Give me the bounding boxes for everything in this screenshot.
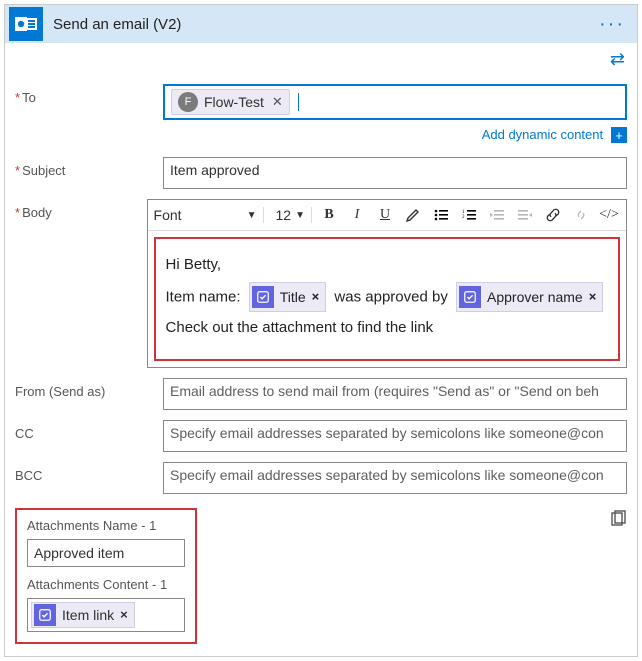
body-textarea[interactable]: Hi Betty, Item name: Title × was approve…	[154, 237, 620, 361]
row-cc: CC Specify email addresses separated by …	[15, 420, 627, 452]
row-bcc: BCC Specify email addresses separated by…	[15, 462, 627, 494]
token-icon	[252, 286, 274, 308]
row-body: Body Font▼ 12▼ B I U	[15, 199, 627, 368]
numbered-list-button[interactable]: 12	[458, 204, 480, 226]
svg-text:2: 2	[462, 215, 465, 220]
link-button[interactable]	[542, 204, 564, 226]
dynamic-token-approver[interactable]: Approver name ×	[456, 282, 603, 313]
recipient-chip[interactable]: F Flow-Test ✕	[171, 89, 290, 115]
from-input[interactable]: Email address to send mail from (require…	[163, 378, 627, 410]
text-cursor	[298, 93, 299, 111]
body-line: Hi Betty,	[166, 251, 608, 280]
rich-text-editor: Font▼ 12▼ B I U	[147, 199, 627, 368]
label-from: From (Send as)	[15, 378, 163, 399]
label-cc: CC	[15, 420, 163, 441]
token-remove-icon[interactable]: ×	[312, 285, 320, 310]
attachments-content-input[interactable]: Item link ×	[27, 598, 185, 632]
swap-icon[interactable]: ⇄	[610, 49, 625, 69]
cc-input[interactable]: Specify email addresses separated by sem…	[163, 420, 627, 452]
bold-button[interactable]: B	[318, 204, 340, 226]
attachments-section: Attachments Name - 1 Approved item Attac…	[15, 508, 627, 644]
italic-button[interactable]: I	[346, 204, 368, 226]
outdent-button[interactable]	[486, 204, 508, 226]
token-icon	[459, 286, 481, 308]
outlook-icon	[9, 7, 43, 41]
bullet-list-button[interactable]	[430, 204, 452, 226]
switch-array-button[interactable]	[609, 510, 627, 531]
label-to: To	[15, 84, 163, 105]
form: To F Flow-Test ✕ Add dynamic content + S…	[5, 70, 637, 656]
label-body: Body	[15, 199, 147, 220]
to-input[interactable]: F Flow-Test ✕	[163, 84, 627, 120]
action-card: Send an email (V2) ··· ⇄ To F Flow-Test …	[4, 4, 638, 657]
font-select[interactable]: Font▼	[154, 207, 264, 223]
code-view-button[interactable]: </>	[598, 204, 620, 226]
recipient-name: Flow-Test	[204, 94, 264, 110]
indent-button[interactable]	[514, 204, 536, 226]
label-subject: Subject	[15, 157, 163, 178]
attachments-highlight: Attachments Name - 1 Approved item Attac…	[15, 508, 197, 644]
card-menu-button[interactable]: ···	[591, 13, 633, 36]
token-remove-icon[interactable]: ×	[120, 607, 128, 622]
card-header: Send an email (V2) ···	[5, 5, 637, 43]
label-bcc: BCC	[15, 462, 163, 483]
subject-input[interactable]: Item approved	[163, 157, 627, 189]
editor-toolbar: Font▼ 12▼ B I U	[148, 200, 626, 231]
token-remove-icon[interactable]: ×	[589, 285, 597, 310]
avatar-icon: F	[178, 92, 198, 112]
dynamic-token-itemlink[interactable]: Item link ×	[31, 602, 135, 628]
attachments-content-label: Attachments Content - 1	[27, 577, 185, 592]
remove-recipient-icon[interactable]: ✕	[272, 94, 283, 110]
attachments-name-input[interactable]: Approved item	[27, 539, 185, 567]
font-size-select[interactable]: 12▼	[270, 207, 312, 223]
unlink-button[interactable]	[570, 204, 592, 226]
underline-button[interactable]: U	[374, 204, 396, 226]
highlight-button[interactable]	[402, 204, 424, 226]
body-line: Item name: Title × was approved by Appro…	[166, 282, 608, 313]
dynamic-token-title[interactable]: Title ×	[249, 282, 327, 313]
add-dynamic-content-plus-icon[interactable]: +	[611, 127, 627, 143]
token-icon	[34, 604, 56, 626]
bcc-input[interactable]: Specify email addresses separated by sem…	[163, 462, 627, 494]
add-dynamic-content-link[interactable]: Add dynamic content	[482, 127, 603, 142]
row-from: From (Send as) Email address to send mai…	[15, 378, 627, 410]
card-title: Send an email (V2)	[53, 16, 591, 33]
row-subject: Subject Item approved	[15, 157, 627, 189]
attachments-name-label: Attachments Name - 1	[27, 518, 185, 533]
row-to: To F Flow-Test ✕ Add dynamic content +	[15, 84, 627, 147]
body-line: Check out the attachment to find the lin…	[166, 314, 608, 343]
